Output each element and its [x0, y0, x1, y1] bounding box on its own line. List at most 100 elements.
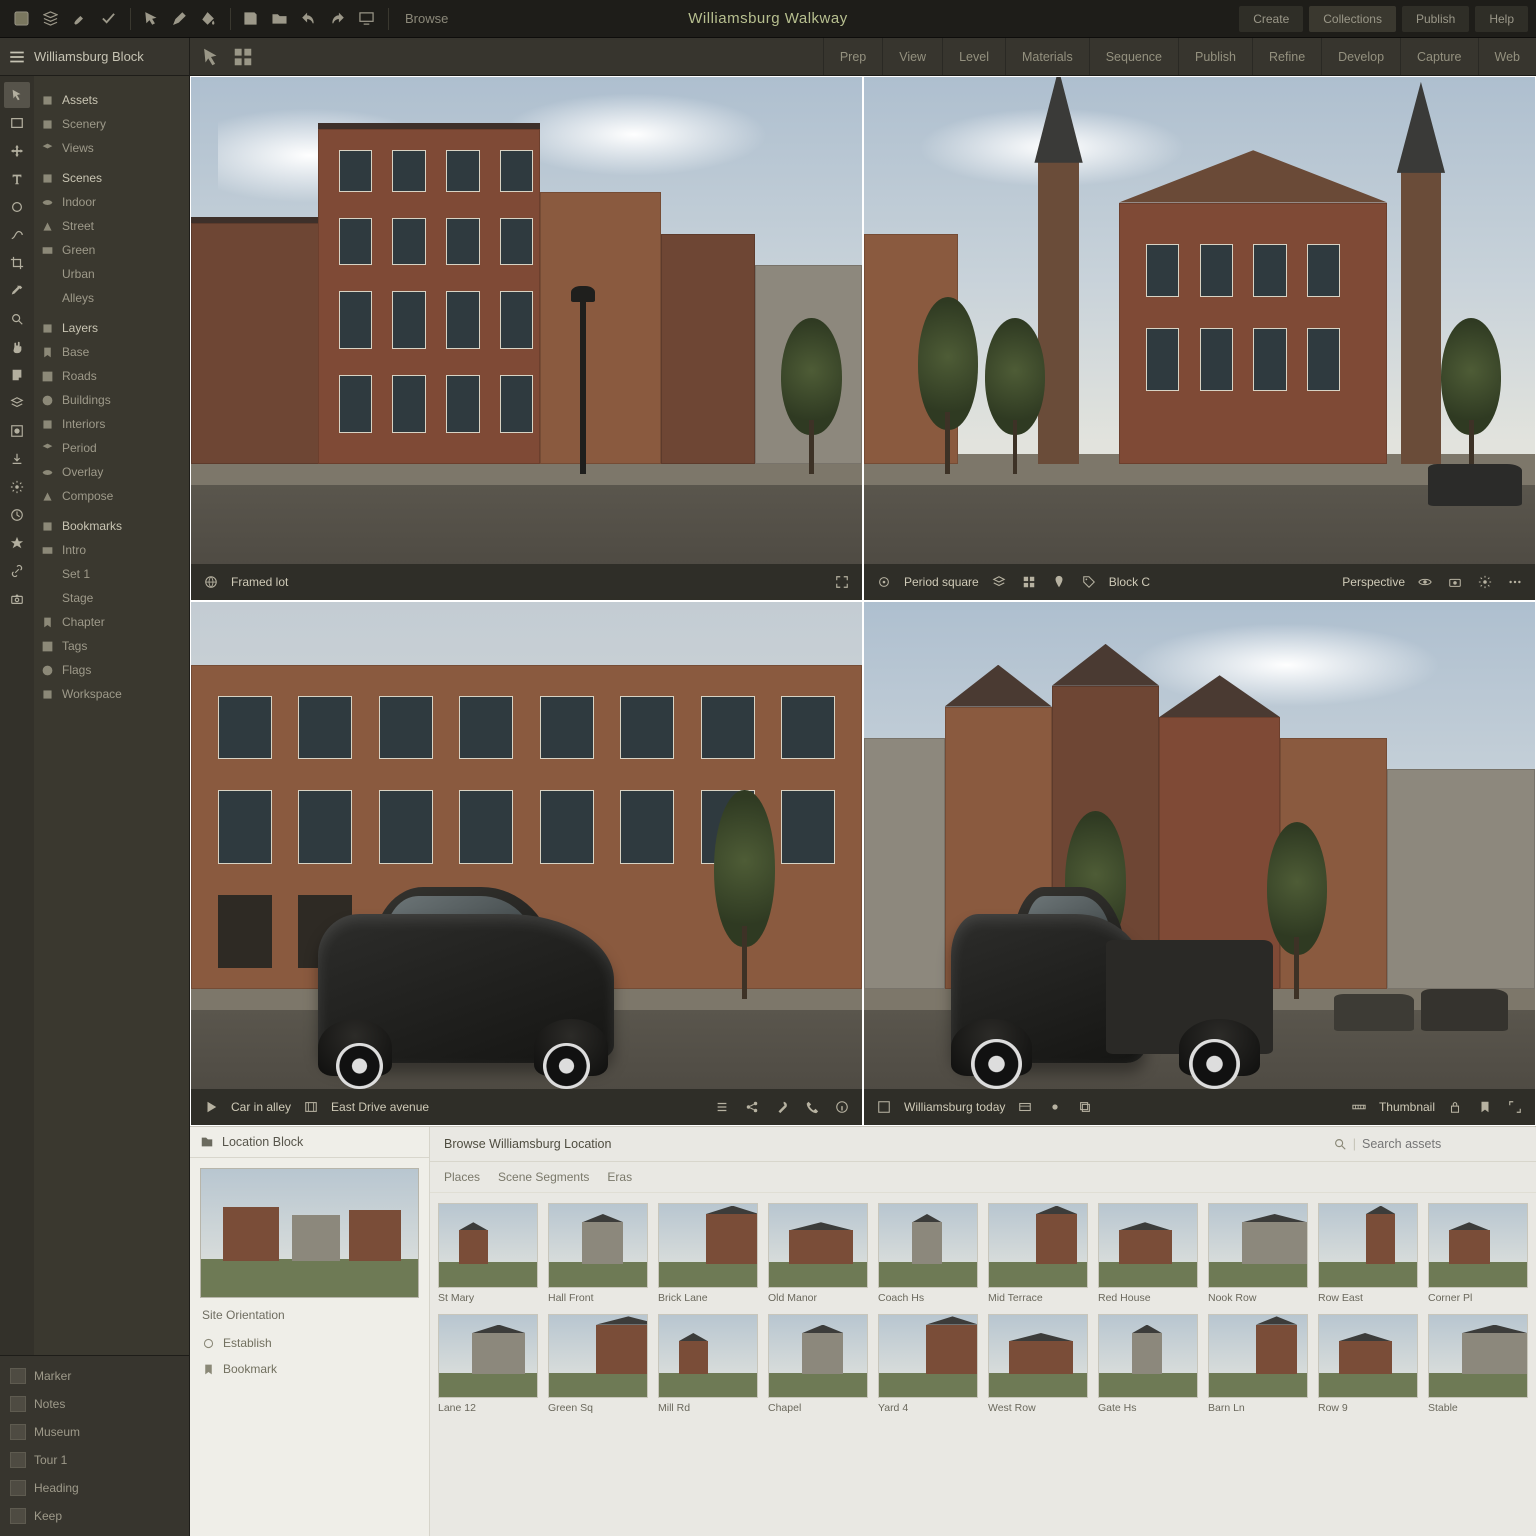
list-icon[interactable] — [712, 1097, 732, 1117]
tool-crop[interactable] — [4, 250, 30, 276]
side-item-2-5[interactable]: Overlay — [34, 460, 189, 484]
side-item-0-0[interactable]: Scenery — [34, 112, 189, 136]
stack-icon[interactable] — [1075, 1097, 1095, 1117]
thumb-6[interactable]: Red House — [1098, 1203, 1198, 1304]
fullscreen-icon[interactable] — [1505, 1097, 1525, 1117]
side-item-3-3[interactable]: Chapter — [34, 610, 189, 634]
tool-zoom[interactable] — [4, 306, 30, 332]
tool-note[interactable] — [4, 362, 30, 388]
phone-icon[interactable] — [802, 1097, 822, 1117]
hamburger-icon[interactable] — [8, 48, 26, 66]
tool-eyedrop[interactable] — [4, 278, 30, 304]
tool-cam[interactable] — [4, 586, 30, 612]
thumb-15[interactable]: West Row — [988, 1314, 1088, 1415]
tag-icon[interactable] — [1079, 572, 1099, 592]
pen-icon[interactable] — [166, 6, 192, 32]
crumb-tab-5[interactable]: Publish — [1178, 38, 1252, 75]
side-item-1-4[interactable]: Alleys — [34, 286, 189, 310]
viewport-cell-2[interactable]: Period square Block C Perspective — [863, 76, 1536, 601]
target-icon[interactable] — [874, 572, 894, 592]
thumb-10[interactable]: Lane 12 — [438, 1314, 538, 1415]
lock-icon[interactable] — [1445, 1097, 1465, 1117]
cam-icon[interactable] — [1445, 572, 1465, 592]
layers-small-icon[interactable] — [989, 572, 1009, 592]
grid-small-icon[interactable] — [1019, 572, 1039, 592]
side-item-2-2[interactable]: Buildings — [34, 388, 189, 412]
thumb-19[interactable]: Stable — [1428, 1314, 1528, 1415]
side-item-3-5[interactable]: Flags — [34, 658, 189, 682]
frame-icon[interactable] — [874, 1097, 894, 1117]
cog-small-icon[interactable] — [1475, 572, 1495, 592]
side-item-1-1[interactable]: Street — [34, 214, 189, 238]
leftlow-5[interactable]: Keep — [0, 1502, 189, 1530]
tool-text[interactable] — [4, 166, 30, 192]
film-icon[interactable] — [301, 1097, 321, 1117]
side-group-3[interactable]: Bookmarks — [34, 514, 189, 538]
side-item-3-2[interactable]: Stage — [34, 586, 189, 610]
cursor-icon[interactable] — [137, 6, 163, 32]
browser-left-row-0[interactable]: Establish — [190, 1330, 429, 1356]
side-item-2-1[interactable]: Roads — [34, 364, 189, 388]
thumb-11[interactable]: Green Sq — [548, 1314, 648, 1415]
thumb-9[interactable]: Corner Pl — [1428, 1203, 1528, 1304]
side-item-2-3[interactable]: Interiors — [34, 412, 189, 436]
tool-select[interactable] — [4, 82, 30, 108]
side-item-3-1[interactable]: Set 1 — [34, 562, 189, 586]
thumb-14[interactable]: Yard 4 — [878, 1314, 978, 1415]
pointer-icon[interactable] — [200, 46, 222, 68]
side-item-2-4[interactable]: Period — [34, 436, 189, 460]
globe-icon[interactable] — [201, 572, 221, 592]
leftlow-2[interactable]: Museum — [0, 1418, 189, 1446]
redo-icon[interactable] — [324, 6, 350, 32]
undo-icon[interactable] — [295, 6, 321, 32]
top-btn-collections[interactable]: Collections — [1309, 6, 1396, 32]
thumb-4[interactable]: Coach Hs — [878, 1203, 978, 1304]
ruler-icon[interactable] — [1349, 1097, 1369, 1117]
thumb-3[interactable]: Old Manor — [768, 1203, 868, 1304]
tool-star[interactable] — [4, 530, 30, 556]
thumb-13[interactable]: Chapel — [768, 1314, 868, 1415]
grid-icon[interactable] — [232, 46, 254, 68]
bookmark-icon[interactable] — [1475, 1097, 1495, 1117]
top-btn-create[interactable]: Create — [1239, 6, 1303, 32]
crumb-tab-7[interactable]: Develop — [1321, 38, 1400, 75]
browser-left-thumb[interactable] — [200, 1168, 419, 1298]
brush-icon[interactable] — [66, 6, 92, 32]
play-icon[interactable] — [201, 1097, 221, 1117]
expand-icon[interactable] — [832, 572, 852, 592]
side-item-1-3[interactable]: Urban — [34, 262, 189, 286]
side-group-1[interactable]: Scenes — [34, 166, 189, 190]
tool-link[interactable] — [4, 558, 30, 584]
side-group-0[interactable]: Assets — [34, 88, 189, 112]
tool-clock[interactable] — [4, 502, 30, 528]
side-item-3-4[interactable]: Tags — [34, 634, 189, 658]
tool-layer[interactable] — [4, 390, 30, 416]
tool-hand[interactable] — [4, 334, 30, 360]
side-item-3-6[interactable]: Workspace — [34, 682, 189, 706]
tool-cog[interactable] — [4, 474, 30, 500]
crumb-tab-0[interactable]: Prep — [823, 38, 882, 75]
side-item-1-0[interactable]: Indoor — [34, 190, 189, 214]
app-icon[interactable] — [8, 6, 34, 32]
side-item-2-0[interactable]: Base — [34, 340, 189, 364]
crumb-tab-4[interactable]: Sequence — [1089, 38, 1178, 75]
tool-shape[interactable] — [4, 194, 30, 220]
tool-path[interactable] — [4, 222, 30, 248]
side-group-2[interactable]: Layers — [34, 316, 189, 340]
side-item-3-0[interactable]: Intro — [34, 538, 189, 562]
layers-icon[interactable] — [37, 6, 63, 32]
browser-search[interactable]: | — [1333, 1137, 1522, 1151]
viewport-cell-3[interactable]: Car in alley East Drive avenue — [190, 601, 863, 1126]
info-icon[interactable] — [832, 1097, 852, 1117]
crumb-tab-2[interactable]: Level — [942, 38, 1005, 75]
side-item-1-2[interactable]: Green — [34, 238, 189, 262]
share-icon[interactable] — [742, 1097, 762, 1117]
browse-label[interactable]: Browse — [395, 11, 458, 26]
wrench-icon[interactable] — [772, 1097, 792, 1117]
check-icon[interactable] — [95, 6, 121, 32]
thumb-8[interactable]: Row East — [1318, 1203, 1418, 1304]
crumb-tab-9[interactable]: Web — [1478, 38, 1536, 75]
side-item-2-6[interactable]: Compose — [34, 484, 189, 508]
save-icon[interactable] — [237, 6, 263, 32]
browser-left-row-1[interactable]: Bookmark — [190, 1356, 429, 1382]
